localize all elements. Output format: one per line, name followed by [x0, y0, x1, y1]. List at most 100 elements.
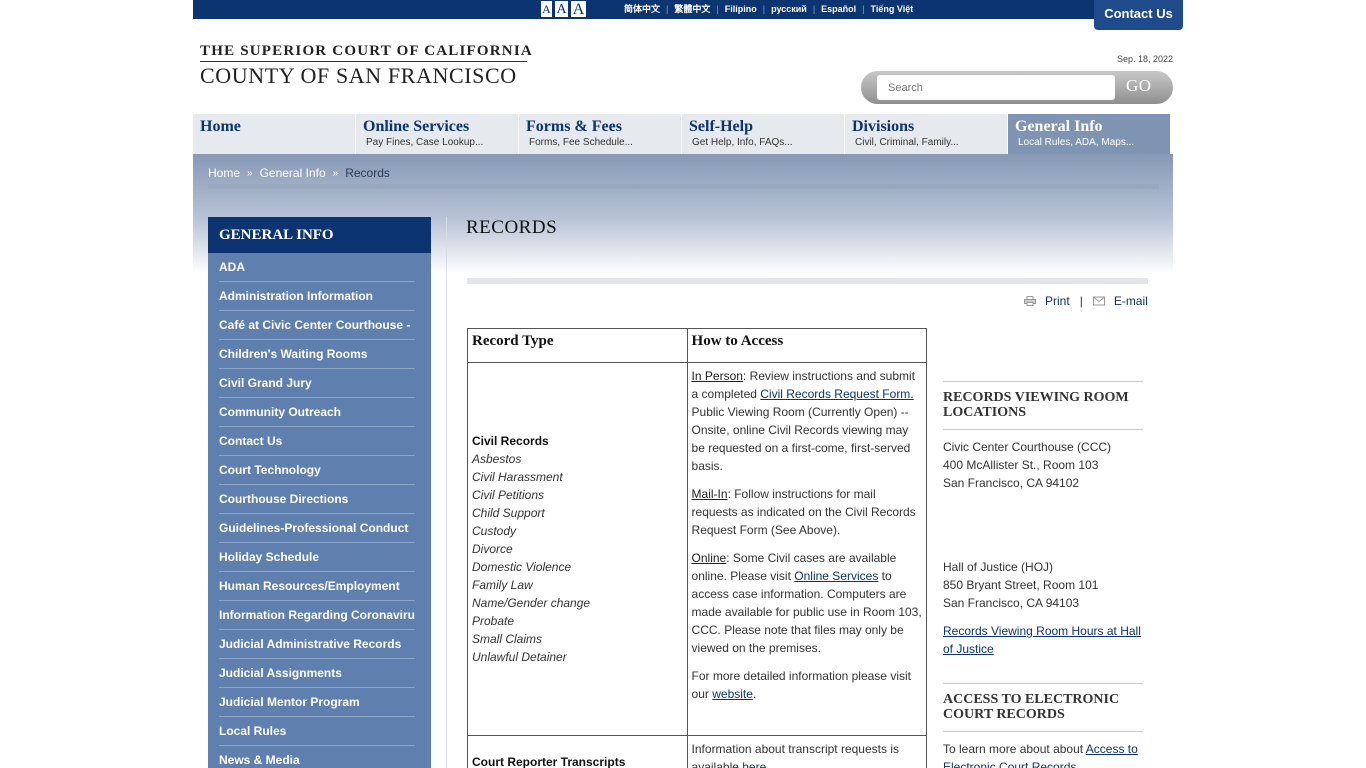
- sidebar-item-contact-us[interactable]: Contact Us: [219, 427, 415, 456]
- font-size-small-button[interactable]: A: [540, 0, 553, 18]
- logo-divider: [200, 61, 527, 62]
- sidebar-item-administration-information[interactable]: Administration Information: [219, 282, 415, 311]
- breadcrumb-separator: »: [332, 167, 339, 179]
- page-title: RECORDS: [466, 217, 558, 238]
- how-to-access-cell: Information about transcript requests is…: [686, 735, 928, 768]
- main-navigation: Home Online Services Pay Fines, Case Look…: [193, 114, 1171, 154]
- record-type-item: Name/Gender change: [472, 596, 591, 610]
- sidebar-item-court-technology[interactable]: Court Technology: [219, 456, 415, 485]
- nav-self-help[interactable]: Self-Help Get Help, Info, FAQs...: [682, 114, 845, 154]
- lang-link-vietnamese[interactable]: Tiếng Việt: [871, 4, 914, 14]
- mail-in-paragraph: Mail-In: Follow instructions for mail re…: [691, 487, 916, 537]
- font-size-medium-button[interactable]: A: [554, 0, 569, 18]
- font-size-large-button[interactable]: A: [570, 0, 587, 18]
- record-type-item: Custody: [472, 524, 517, 538]
- ccc-address: Civic Center Courthouse (CCC) 400 McAlli…: [943, 440, 1112, 490]
- sidebar-item-civil-grand-jury[interactable]: Civil Grand Jury: [219, 369, 415, 398]
- electronic-records-heading: ACCESS TO ELECTRONIC COURT RECORDS: [943, 692, 1120, 722]
- logo-line2[interactable]: COUNTY OF SAN FRANCISCO: [200, 63, 517, 89]
- viewing-room-heading: RECORDS VIEWING ROOM LOCATIONS: [943, 390, 1129, 420]
- lang-link-russian[interactable]: русский: [771, 4, 807, 14]
- nav-home[interactable]: Home: [193, 114, 356, 154]
- sidebar-item-judicial-administrative-records[interactable]: Judicial Administrative Records: [219, 630, 415, 659]
- logo-line1[interactable]: THE SUPERIOR COURT OF CALIFORNIA: [200, 43, 533, 60]
- in-person-paragraph: In Person: Review instructions and submi…: [691, 369, 915, 473]
- sidebar: GENERAL INFO ADA Administration Informat…: [208, 217, 431, 768]
- sidebar-item-community-outreach[interactable]: Community Outreach: [219, 398, 415, 427]
- record-type-label: Court Reporter Transcripts: [472, 755, 626, 768]
- record-type-item: Child Support: [472, 506, 545, 520]
- sidebar-item-ada[interactable]: ADA: [219, 253, 415, 282]
- hoj-hours-link[interactable]: Records Viewing Room Hours at Hall of Ju…: [943, 624, 1141, 656]
- right-column-divider: [943, 429, 1143, 430]
- online-paragraph: Online: Some Civil cases are available o…: [691, 551, 922, 655]
- lang-link-traditional-chinese[interactable]: 繁體中文: [674, 2, 710, 15]
- record-type-cell: Civil Records Asbestos Civil Harassment …: [467, 362, 688, 736]
- hoj-address: Hall of Justice (HOJ) 850 Bryant Street,…: [943, 560, 1099, 610]
- right-column-divider: [943, 731, 1143, 732]
- lang-link-filipino[interactable]: Filipino: [725, 4, 757, 14]
- title-divider: [467, 278, 1148, 284]
- table-header-row: Record Type How to Access: [467, 328, 928, 363]
- civil-records-request-form-link[interactable]: Civil Records Request Form.: [760, 387, 913, 401]
- breadcrumb-home-link[interactable]: Home: [208, 166, 240, 180]
- record-type-item: Asbestos: [472, 452, 522, 466]
- electronic-records-text: To learn more about about Access to Elec…: [943, 740, 1143, 768]
- search-bar: GO: [861, 71, 1173, 104]
- website-link[interactable]: website: [712, 687, 753, 701]
- record-type-item: Domestic Violence: [472, 560, 572, 574]
- sidebar-item-judicial-assignments[interactable]: Judicial Assignments: [219, 659, 415, 688]
- online-services-link[interactable]: Online Services: [794, 569, 878, 583]
- nav-general-info[interactable]: General Info Local Rules, ADA, Maps...: [1008, 114, 1171, 154]
- record-type-cell: Court Reporter Transcripts: [467, 735, 688, 768]
- table-row: Court Reporter Transcripts Information a…: [467, 735, 928, 768]
- breadcrumb-current: Records: [345, 166, 390, 180]
- right-column-divider: [943, 683, 1143, 684]
- font-size-controls: A A A: [540, 0, 587, 18]
- lang-link-simplified-chinese[interactable]: 简体中文: [624, 2, 660, 15]
- sidebar-item-holiday-schedule[interactable]: Holiday Schedule: [219, 543, 415, 572]
- record-type-item: Small Claims: [472, 632, 543, 646]
- sidebar-menu: ADA Administration Information Café at C…: [208, 253, 431, 768]
- sidebar-item-cafe[interactable]: Café at Civic Center Courthouse -: [219, 311, 415, 340]
- sidebar-item-courthouse-directions[interactable]: Courthouse Directions: [219, 485, 415, 514]
- breadcrumb-general-info-link[interactable]: General Info: [260, 166, 326, 180]
- table-row: Civil Records Asbestos Civil Harassment …: [467, 362, 928, 736]
- nav-divisions[interactable]: Divisions Civil, Criminal, Family...: [845, 114, 1008, 154]
- contact-us-button[interactable]: Contact Us: [1094, 0, 1183, 30]
- record-type-item: Civil Harassment: [472, 470, 563, 484]
- sidebar-item-coronavirus[interactable]: Information Regarding Coronavirus: [219, 601, 415, 630]
- nav-forms-fees[interactable]: Forms & Fees Forms, Fee Schedule...: [519, 114, 682, 154]
- sidebar-item-judicial-mentor-program[interactable]: Judicial Mentor Program: [219, 688, 415, 717]
- record-type-item: Divorce: [472, 542, 513, 556]
- print-link[interactable]: Print: [1045, 294, 1070, 308]
- sidebar-title: GENERAL INFO: [208, 217, 431, 253]
- sidebar-item-guidelines-professional-conduct[interactable]: Guidelines-Professional Conduct: [219, 514, 415, 543]
- sidebar-item-human-resources[interactable]: Human Resources/Employment: [219, 572, 415, 601]
- records-table: Record Type How to Access Civil Records …: [467, 328, 928, 768]
- transcripts-here-link[interactable]: here: [742, 760, 766, 768]
- more-info-paragraph: For more detailed information please vis…: [691, 669, 911, 701]
- how-to-access-cell: In Person: Review instructions and submi…: [686, 362, 928, 736]
- table-header-record-type: Record Type: [467, 328, 688, 363]
- column-divider: [446, 217, 447, 768]
- record-type-item: Civil Petitions: [472, 488, 545, 502]
- nav-online-services[interactable]: Online Services Pay Fines, Case Lookup...: [356, 114, 519, 154]
- sidebar-item-news-media[interactable]: News & Media: [219, 746, 415, 768]
- right-column-divider: [943, 381, 1143, 382]
- search-input[interactable]: [877, 75, 1115, 100]
- sidebar-item-local-rules[interactable]: Local Rules: [219, 717, 415, 746]
- sidebar-item-childrens-waiting-rooms[interactable]: Children's Waiting Rooms: [219, 340, 415, 369]
- email-link[interactable]: E-mail: [1114, 294, 1148, 308]
- breadcrumb: Home » General Info » Records: [208, 166, 390, 180]
- print-icon[interactable]: [1024, 296, 1036, 306]
- language-links: 简体中文 | 繁體中文 | Filipino | русский | Español | …: [624, 2, 914, 15]
- record-type-item: Family Law: [472, 578, 533, 592]
- record-type-item: Probate: [472, 614, 515, 628]
- email-icon[interactable]: [1092, 296, 1105, 306]
- lang-link-spanish[interactable]: Español: [821, 4, 856, 14]
- search-go-button[interactable]: GO: [1126, 76, 1152, 96]
- table-header-how-to-access: How to Access: [686, 328, 928, 363]
- page-tools: Print | E-mail: [1024, 294, 1148, 308]
- breadcrumb-separator: »: [247, 167, 253, 179]
